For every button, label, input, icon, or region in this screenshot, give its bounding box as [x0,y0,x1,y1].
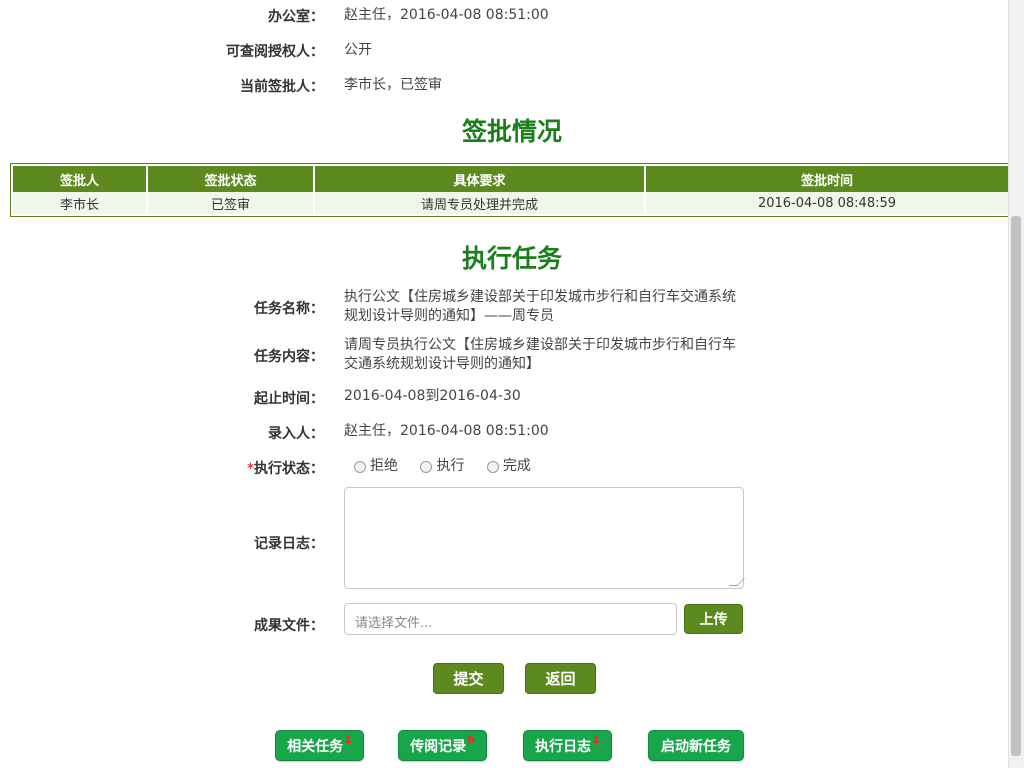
office-label: 办公室： [268,9,324,25]
radio-label: 拒绝 [370,458,398,474]
resize-grip-icon[interactable] [729,578,745,586]
required-mark: * [247,461,254,477]
file-label: 成果文件： [254,618,324,634]
radio-label: 完成 [502,458,531,474]
recorder-label: 录入人： [268,426,324,442]
execution-log-button[interactable]: 执行日志 1 [523,730,612,761]
circulation-records-button[interactable]: 传阅记录 6 [398,730,487,761]
status-label-wrap: *执行状态： [247,458,324,478]
recorder-value: 赵主任，2016-04-08 08:51:00 [344,423,549,439]
status-radio-reject[interactable]: 拒绝 [344,457,398,476]
table-row: 李市长 已签审 请周专员处理并完成 2016-04-08 08:48:59 [13,192,1008,214]
cell-signer: 李市长 [13,192,148,214]
start-new-task-button[interactable]: 启动新任务 [648,730,744,761]
radio-circle[interactable] [486,460,499,473]
sign-table-header: 签批人 签批状态 具体要求 签批时间 [13,166,1008,192]
office-value: 赵主任，2016-04-08 08:51:00 [344,7,549,23]
time-label: 起止时间： [254,391,324,407]
sign-table: 签批人 签批状态 具体要求 签批时间 李市长 已签审 请周专员处理并完成 201… [13,166,1008,214]
status-options: 拒绝 执行 完成 [344,457,539,479]
header-status: 签批状态 [147,166,315,192]
header-time: 签批时间 [645,166,1008,192]
status-label: 执行状态： [254,461,324,477]
cell-status: 已签审 [147,192,315,214]
task-content-value: 请周专员执行公文【住房城乡建设部关于印发城市步行和自行车交通系统规划设计导则的通… [344,337,736,372]
radio-circle[interactable] [354,460,366,473]
execution-log-badge: 1 [592,733,600,746]
back-button[interactable]: 返回 [525,663,596,694]
related-tasks-label: 相关任务 [287,738,344,755]
related-tasks-button[interactable]: 相关任务 1 [275,730,364,761]
file-input[interactable]: 请选择文件... [344,603,677,635]
sign-table-container: 签批人 签批状态 具体要求 签批时间 李市长 已签审 请周专员处理并完成 201… [10,163,1009,217]
status-radio-complete[interactable]: 完成 [477,457,531,476]
circulation-records-label: 传阅记录 [410,738,467,755]
submit-button[interactable]: 提交 [433,663,504,694]
task-name-value: 执行公文【住房城乡建设部关于印发城市步行和自行车交通系统规划设计导则的通知】——… [344,289,736,324]
task-section-title: 执行任务 [461,244,562,273]
cell-time: 2016-04-08 08:48:59 [645,192,1008,214]
scrollbar-thumb[interactable] [1011,216,1021,756]
signer-value: 李市长，已签审 [344,77,442,93]
sign-section-title: 签批情况 [461,117,562,146]
radio-label: 执行 [436,458,465,474]
header-requirement: 具体要求 [314,166,646,192]
task-name-label: 任务名称： [254,301,324,317]
related-tasks-badge: 1 [344,733,352,746]
log-label: 记录日志： [254,536,324,552]
cell-requirement: 请周专员处理并完成 [314,192,646,214]
radio-circle[interactable] [420,460,433,473]
upload-button[interactable]: 上传 [684,604,743,634]
vertical-scrollbar[interactable] [1008,0,1024,768]
auth-label: 可查阅授权人： [226,44,324,60]
time-value: 2016-04-08到2016-04-30 [344,388,521,404]
header-signer: 签批人 [13,166,148,192]
status-radio-execute[interactable]: 执行 [410,457,464,476]
task-content-label: 任务内容： [254,349,324,365]
signer-label: 当前签批人： [240,79,324,95]
start-new-task-label: 启动新任务 [661,738,731,755]
auth-value: 公开 [344,42,372,58]
circulation-records-badge: 6 [467,733,475,746]
execution-log-label: 执行日志 [535,738,592,755]
log-textarea[interactable] [344,487,745,589]
